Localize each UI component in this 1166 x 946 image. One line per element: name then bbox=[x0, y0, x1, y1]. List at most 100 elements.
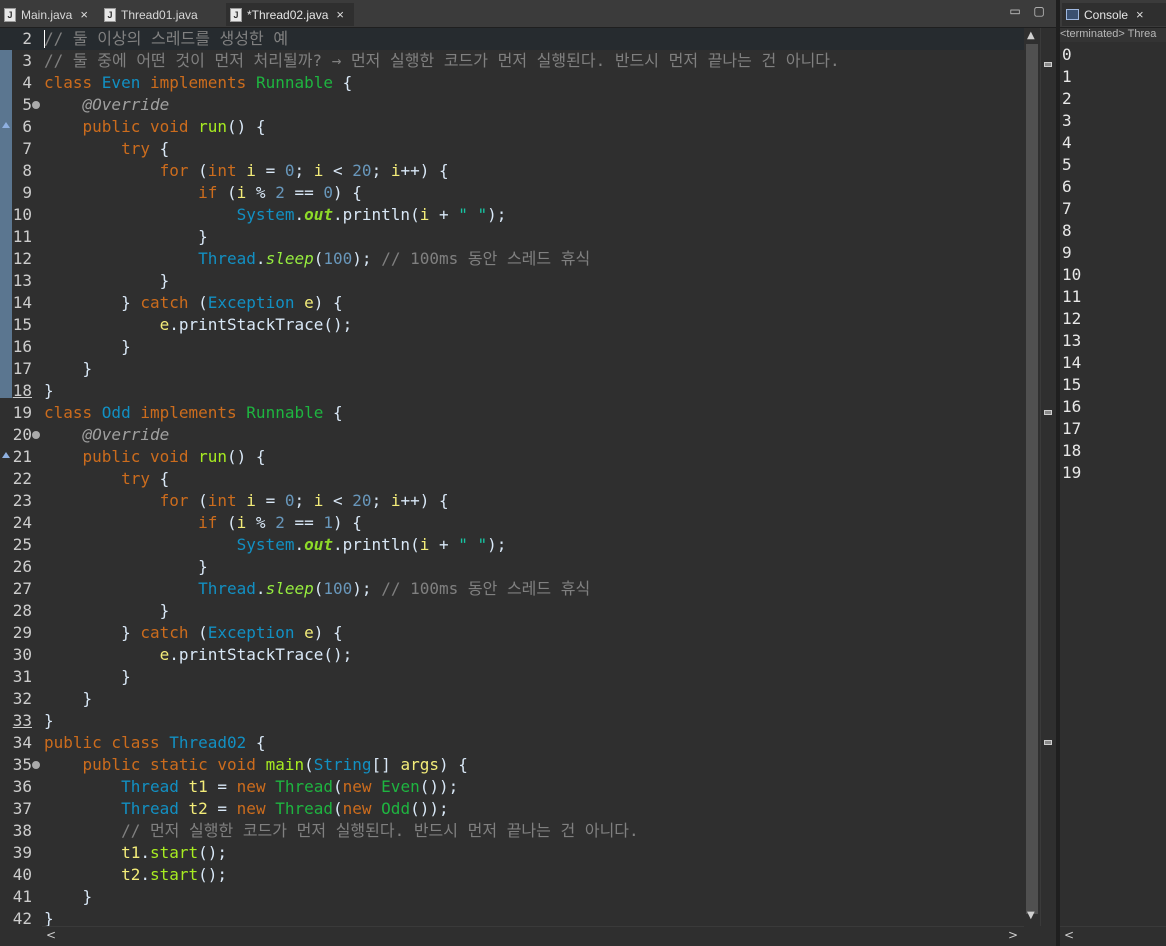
code-line[interactable]: 21 public void run() { bbox=[0, 446, 1024, 468]
code-token: Even bbox=[101, 73, 150, 92]
code-token: 2 bbox=[275, 513, 285, 532]
close-icon[interactable]: × bbox=[1136, 7, 1144, 22]
code-line[interactable]: 3 // 둘 중에 어떤 것이 먼저 처리될까? → 먼저 실행한 코드가 먼저 … bbox=[0, 50, 1024, 72]
code-line[interactable]: 39 t1.start(); bbox=[0, 842, 1024, 864]
code-line[interactable]: 24 if (i % 2 == 1) { bbox=[0, 512, 1024, 534]
tab-main-java[interactable]: J Main.java × bbox=[4, 3, 100, 26]
code-token: catch bbox=[140, 293, 189, 312]
code-line[interactable]: 29 } catch (Exception e) { bbox=[0, 622, 1024, 644]
editor-horizontal-scrollbar[interactable]: < > bbox=[42, 926, 1024, 943]
maximize-icon[interactable]: ▢ bbox=[1032, 5, 1046, 19]
code-line[interactable]: 15 e.printStackTrace(); bbox=[0, 314, 1024, 336]
override-marker-icon bbox=[2, 122, 10, 128]
code-token: " " bbox=[458, 205, 488, 224]
code-line[interactable]: 38 // 먼저 실행한 코드가 먼저 실행된다. 반드시 먼저 끝나는 건 아… bbox=[0, 820, 1024, 842]
code-line[interactable]: 4 class Even implements Runnable { bbox=[0, 72, 1024, 94]
overview-marker[interactable] bbox=[1044, 410, 1052, 415]
code-line[interactable]: 30 e.printStackTrace(); bbox=[0, 644, 1024, 666]
code-line[interactable]: 20 @Override bbox=[0, 424, 1024, 446]
code-line[interactable]: 28 } bbox=[0, 600, 1024, 622]
line-number: 9 bbox=[22, 183, 32, 202]
code-token: . bbox=[255, 579, 266, 598]
code-line[interactable]: 31 } bbox=[0, 666, 1024, 688]
close-icon[interactable]: × bbox=[80, 7, 88, 22]
code-line[interactable]: 6 public void run() { bbox=[0, 116, 1024, 138]
scroll-right-icon[interactable]: > bbox=[1008, 928, 1018, 942]
code-token: Odd bbox=[101, 403, 141, 422]
scroll-left-icon[interactable]: < bbox=[1064, 928, 1074, 942]
tab-thread02-java[interactable]: J *Thread02.java × bbox=[226, 3, 354, 26]
close-icon[interactable]: × bbox=[336, 7, 344, 22]
code-token: ++) { bbox=[400, 161, 449, 180]
code-line[interactable]: 12 Thread.sleep(100); // 100ms 동안 스레드 휴식 bbox=[0, 248, 1024, 270]
code-token: public static void bbox=[82, 755, 266, 774]
console-line: 6 bbox=[1062, 177, 1072, 196]
overview-marker[interactable] bbox=[1044, 740, 1052, 745]
scroll-up-icon[interactable]: ▲ bbox=[1027, 30, 1035, 41]
code-line[interactable]: 27 Thread.sleep(100); // 100ms 동안 스레드 휴식 bbox=[0, 578, 1024, 600]
scroll-left-icon[interactable]: < bbox=[46, 928, 56, 942]
code-token: ; bbox=[371, 161, 391, 180]
overview-marker[interactable] bbox=[1044, 62, 1052, 67]
console-line: 13 bbox=[1062, 331, 1082, 350]
code-token: { bbox=[333, 73, 353, 92]
minimize-icon[interactable]: ▭ bbox=[1008, 5, 1022, 19]
editor-vertical-scrollbar[interactable]: ▲ ▼ bbox=[1024, 28, 1040, 926]
code-line[interactable]: 8 for (int i = 0; i < 20; i++) { bbox=[0, 160, 1024, 182]
code-token: sleep bbox=[265, 579, 314, 598]
code-line[interactable]: 35 public static void main(String[] args… bbox=[0, 754, 1024, 776]
code-token: i bbox=[313, 161, 324, 180]
console-line: 17 bbox=[1062, 419, 1082, 438]
code-line[interactable]: 33} bbox=[0, 710, 1024, 732]
code-line[interactable]: 37 Thread t2 = new Thread(new Odd()); bbox=[0, 798, 1024, 820]
fold-toggle-icon[interactable] bbox=[32, 101, 40, 109]
tab-console[interactable]: Console × bbox=[1062, 3, 1166, 26]
code-line[interactable]: 7 try { bbox=[0, 138, 1024, 160]
scroll-down-icon[interactable]: ▼ bbox=[1027, 910, 1035, 921]
code-line[interactable]: 19 class Odd implements Runnable { bbox=[0, 402, 1024, 424]
line-number: 23 bbox=[12, 491, 32, 510]
code-line[interactable]: 9 if (i % 2 == 0) { bbox=[0, 182, 1024, 204]
code-line[interactable]: 41 } bbox=[0, 886, 1024, 908]
code-text: Thread t1 = new Thread(new Even()); bbox=[44, 776, 458, 798]
console-horizontal-scrollbar[interactable]: < bbox=[1060, 926, 1166, 943]
line-number: 18 bbox=[12, 381, 32, 400]
code-token: ()); bbox=[410, 799, 449, 818]
code-line[interactable]: 14 } catch (Exception e) { bbox=[0, 292, 1024, 314]
code-line[interactable]: 17 } bbox=[0, 358, 1024, 380]
code-line[interactable]: 11 } bbox=[0, 226, 1024, 248]
code-line[interactable]: 25 System.out.println(i + " "); bbox=[0, 534, 1024, 556]
code-line[interactable]: 32 } bbox=[0, 688, 1024, 710]
code-token: ( bbox=[188, 161, 208, 180]
code-line[interactable]: 16 } bbox=[0, 336, 1024, 358]
code-text: System.out.println(i + " "); bbox=[44, 534, 507, 556]
code-line[interactable]: 18} bbox=[0, 380, 1024, 402]
code-token: run bbox=[198, 447, 228, 466]
code-token: % bbox=[246, 183, 276, 202]
code-line[interactable]: 13 } bbox=[0, 270, 1024, 292]
code-line[interactable]: 22 try { bbox=[0, 468, 1024, 490]
code-text: } bbox=[44, 226, 208, 248]
code-token: ; bbox=[371, 491, 391, 510]
tab-thread01-java[interactable]: J Thread01.java bbox=[104, 3, 222, 26]
code-line[interactable]: 40 t2.start(); bbox=[0, 864, 1024, 886]
code-line[interactable]: 2 // 둘 이상의 스레드를 생성한 예 bbox=[0, 28, 1024, 50]
code-token: ()); bbox=[419, 777, 459, 796]
code-line[interactable]: 26 } bbox=[0, 556, 1024, 578]
code-line[interactable]: 23 for (int i = 0; i < 20; i++) { bbox=[0, 490, 1024, 512]
scrollbar-thumb[interactable] bbox=[1026, 44, 1038, 914]
code-text: for (int i = 0; i < 20; i++) { bbox=[44, 160, 449, 182]
code-line[interactable]: 34 public class Thread02 { bbox=[0, 732, 1024, 754]
code-token: int bbox=[207, 161, 247, 180]
code-token: i bbox=[419, 535, 430, 554]
code-line[interactable]: 5 @Override bbox=[0, 94, 1024, 116]
fold-toggle-icon[interactable] bbox=[32, 431, 40, 439]
code-line[interactable]: 36 Thread t1 = new Thread(new Even()); bbox=[0, 776, 1024, 798]
overview-ruler[interactable] bbox=[1040, 28, 1055, 926]
code-line[interactable]: 10 System.out.println(i + " "); bbox=[0, 204, 1024, 226]
fold-toggle-icon[interactable] bbox=[32, 761, 40, 769]
code-token: ); bbox=[352, 249, 382, 268]
code-token: i bbox=[419, 205, 430, 224]
